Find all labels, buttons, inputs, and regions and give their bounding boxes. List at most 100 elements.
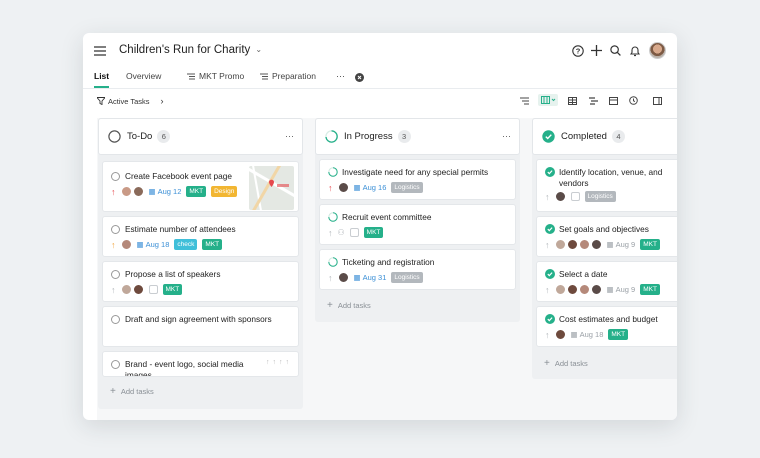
tag-mkt[interactable]: MKT <box>162 284 183 295</box>
tab-mkt-promo[interactable]: MKT Promo <box>187 71 244 81</box>
calendar-icon[interactable] <box>570 192 580 201</box>
task-card[interactable]: Cost estimates and budget ↑ ▦ Aug 18 MKT <box>536 306 677 347</box>
task-checkbox-icon[interactable] <box>111 172 120 181</box>
tag-logistics[interactable]: Logistics <box>584 191 616 202</box>
tab-overview-label: Overview <box>126 71 162 81</box>
add-icon[interactable] <box>590 44 603 57</box>
plus-icon: + <box>544 358 550 369</box>
tag-design[interactable]: Design <box>211 186 238 197</box>
due-date[interactable]: ▦ Aug 9 <box>607 240 636 249</box>
due-date[interactable]: ▦ Aug 12 <box>149 187 182 196</box>
completed-task-icon[interactable] <box>545 224 555 234</box>
priority-low-icon: ↑ <box>328 272 333 283</box>
in-progress-status-icon <box>325 130 338 143</box>
column-todo-header: To-Do 6 ··· <box>98 118 303 155</box>
user-avatar[interactable] <box>649 42 666 59</box>
project-title[interactable]: Children's Run for Charity ⌄ <box>119 44 262 56</box>
filter-active-tasks[interactable]: Active Tasks › <box>97 96 164 106</box>
task-card[interactable]: Create Facebook event page ↑ ▦ Aug 12 MKT… <box>102 161 299 212</box>
column-menu-icon[interactable]: ··· <box>502 131 511 141</box>
add-task-button[interactable]: + Add tasks <box>110 386 154 397</box>
task-card[interactable]: Investigate need for any special permits… <box>319 159 516 200</box>
chevron-down-icon[interactable]: ⌄ <box>255 45 262 54</box>
in-progress-task-icon[interactable] <box>328 167 338 177</box>
in-progress-task-icon[interactable] <box>328 212 338 222</box>
gantt-view-icon[interactable] <box>588 95 599 106</box>
project-title-text: Children's Run for Charity <box>119 44 251 56</box>
task-meta: ↑ ▦ Aug 12 MKT Design <box>111 186 238 197</box>
task-card[interactable]: Identify location, venue, and vendors ↑ … <box>536 159 677 212</box>
tag-mkt[interactable]: MKT <box>363 227 384 238</box>
assignee-icon[interactable]: ⚇ <box>338 228 345 237</box>
tag-logistics[interactable]: Logistics <box>391 272 423 283</box>
menu-icon[interactable] <box>93 44 106 57</box>
calendar-icon[interactable] <box>148 285 158 294</box>
task-card[interactable]: Draft and sign agreement with sponsors <box>102 306 299 347</box>
due-date-text: Aug 16 <box>362 183 387 192</box>
priority-low-icon: ↑ <box>545 191 550 202</box>
task-card[interactable]: Propose a list of speakers ↑ MKT <box>102 261 299 302</box>
board-view-icon[interactable] <box>538 94 558 106</box>
avatar <box>590 284 602 295</box>
task-meta: ↑ MKT <box>111 284 183 295</box>
completed-task-icon[interactable] <box>545 167 555 177</box>
task-checkbox-icon[interactable] <box>111 270 120 279</box>
task-card[interactable]: Recruit event committee ↑ ⚇ MKT <box>319 204 516 245</box>
due-date-text: Aug 9 <box>615 240 636 249</box>
clock-icon[interactable] <box>628 95 639 106</box>
bell-icon[interactable] <box>628 44 641 57</box>
tab-overview[interactable]: Overview <box>126 71 161 81</box>
sort-icon[interactable] <box>519 95 530 106</box>
task-meta: ↑ ▦ Aug 16 Logistics <box>328 182 423 193</box>
due-date[interactable]: ▦ Aug 18 <box>571 330 604 339</box>
due-date[interactable]: ▦ Aug 9 <box>607 285 636 294</box>
avatar <box>554 329 566 340</box>
panel-toggle-icon[interactable] <box>652 95 663 106</box>
task-count-badge: 6 <box>157 130 171 143</box>
due-date[interactable]: ▦ Aug 31 <box>354 273 387 282</box>
todo-status-icon <box>108 130 121 143</box>
task-card[interactable]: Estimate number of attendees ↑ ▦ Aug 18 c… <box>102 216 299 257</box>
add-task-button[interactable]: + Add tasks <box>544 358 588 369</box>
tag-mkt[interactable]: MKT <box>202 239 223 250</box>
top-bar: Children's Run for Charity ⌄ ? <box>83 33 677 68</box>
task-card[interactable]: Ticketing and registration ↑ ▦ Aug 31 Log… <box>319 249 516 290</box>
task-checkbox-icon[interactable] <box>111 360 120 369</box>
table-view-icon[interactable] <box>567 95 578 106</box>
task-title: Cost estimates and budget <box>559 314 658 324</box>
priority-low-icon: ↑ <box>111 284 116 295</box>
calendar-icon[interactable] <box>349 228 359 237</box>
more-tabs-icon[interactable]: ··· <box>336 71 345 81</box>
tag-mkt[interactable]: MKT <box>608 329 629 340</box>
completed-status-icon <box>542 130 555 143</box>
tag-mkt[interactable]: MKT <box>640 284 660 295</box>
tag-mkt[interactable]: MKT <box>640 239 660 250</box>
calendar-icon: ▦ <box>148 187 156 196</box>
due-date-text: Aug 31 <box>362 273 387 282</box>
completed-task-icon[interactable] <box>545 314 555 324</box>
task-title: Propose a list of speakers <box>125 269 221 279</box>
search-icon[interactable] <box>609 44 622 57</box>
task-checkbox-icon[interactable] <box>111 315 120 324</box>
due-date[interactable]: ▦ Aug 18 <box>137 240 170 249</box>
chevron-right-icon: › <box>160 96 164 106</box>
tag-check[interactable]: check <box>174 239 198 250</box>
task-card[interactable]: Select a date ↑ ▦ Aug 9 MKT <box>536 261 677 302</box>
in-progress-task-icon[interactable] <box>328 257 338 267</box>
list-view-icon <box>260 73 268 79</box>
tab-list[interactable]: List <box>94 71 110 88</box>
tag-logistics[interactable]: Logistics <box>391 182 423 193</box>
completed-task-icon[interactable] <box>545 269 555 279</box>
column-title: To-Do <box>127 131 153 142</box>
tab-preparation[interactable]: Preparation <box>260 71 316 81</box>
task-card[interactable]: Set goals and objectives ↑ ▦ Aug 9 MKT <box>536 216 677 257</box>
column-menu-icon[interactable]: ··· <box>285 131 294 141</box>
task-checkbox-icon[interactable] <box>111 225 120 234</box>
task-card[interactable]: Brand - event logo, social media images … <box>102 351 299 377</box>
help-icon[interactable]: ? <box>571 44 584 57</box>
due-date[interactable]: ▦ Aug 16 <box>354 183 387 192</box>
calendar-view-icon[interactable] <box>608 95 619 106</box>
add-task-button[interactable]: + Add tasks <box>327 300 371 311</box>
tag-mkt[interactable]: MKT <box>186 186 207 197</box>
close-icon[interactable] <box>354 72 364 82</box>
